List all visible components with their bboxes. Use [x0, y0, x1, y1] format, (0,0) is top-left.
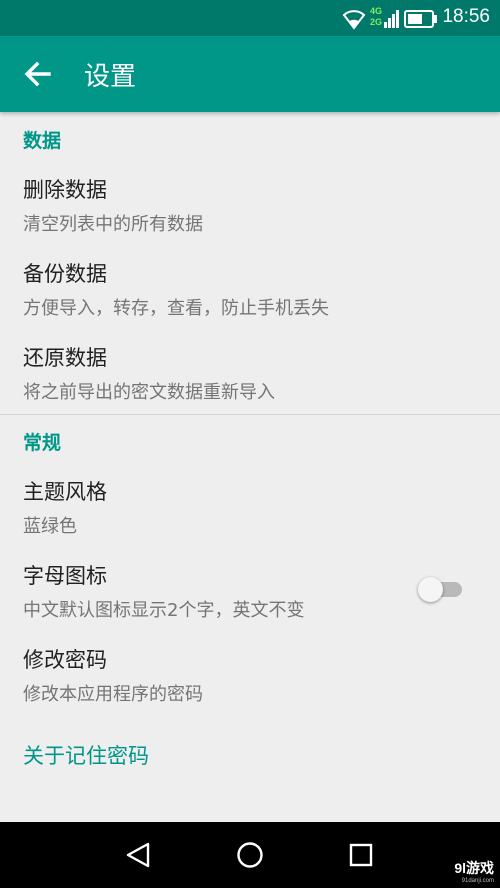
status-icons: 4G 2G [340, 4, 440, 32]
status-bar: 4G 2G 18:56 [0, 0, 500, 36]
nav-home-button[interactable] [225, 832, 275, 878]
navigation-bar: 9l游戏 91danji.com [0, 822, 500, 888]
watermark-brand: 9l游戏 [454, 860, 494, 876]
section-header-data: 数据 [23, 130, 62, 152]
setting-subtitle: 清空列表中的所有数据 [23, 214, 203, 235]
setting-theme-style[interactable]: 主题风格 蓝绿色 [0, 476, 500, 560]
network-type-top: 4G [370, 6, 383, 16]
settings-list: 数据 删除数据 清空列表中的所有数据 备份数据 方便导入，转存，查看，防止手机丢… [0, 112, 500, 822]
setting-subtitle: 将之前导出的密文数据重新导入 [23, 382, 275, 403]
setting-delete-data[interactable]: 删除数据 清空列表中的所有数据 [0, 174, 500, 258]
back-triangle-icon [126, 842, 150, 868]
nav-back-button[interactable] [114, 832, 164, 878]
status-time: 18:56 [442, 6, 490, 27]
setting-backup-data[interactable]: 备份数据 方便导入，转存，查看，防止手机丢失 [0, 258, 500, 342]
setting-title: 修改密码 [23, 648, 107, 672]
setting-title: 主题风格 [23, 480, 107, 504]
nav-recents-button[interactable] [336, 832, 386, 878]
about-link[interactable]: 关于记住密码 [23, 740, 149, 770]
watermark-url: 91danji.com [461, 878, 494, 884]
network-type-bottom: 2G [370, 17, 383, 27]
setting-subtitle: 蓝绿色 [23, 516, 77, 537]
wifi-icon [342, 10, 366, 30]
back-button[interactable] [14, 50, 62, 98]
arrow-back-icon [24, 61, 51, 87]
letter-icon-toggle[interactable] [418, 574, 462, 604]
setting-title: 字母图标 [23, 564, 107, 588]
setting-change-password[interactable]: 修改密码 修改本应用程序的密码 [0, 644, 500, 728]
setting-subtitle: 修改本应用程序的密码 [23, 684, 203, 705]
setting-letter-icon[interactable]: 字母图标 中文默认图标显示2个字，英文不变 [0, 560, 500, 644]
toggle-thumb [418, 577, 443, 602]
setting-title: 还原数据 [23, 346, 107, 370]
battery-icon [404, 10, 437, 28]
section-divider [0, 414, 500, 415]
setting-subtitle: 方便导入，转存，查看，防止手机丢失 [23, 298, 329, 319]
setting-title: 删除数据 [23, 178, 107, 202]
app-bar: 设置 [0, 36, 500, 112]
setting-subtitle: 中文默认图标显示2个字，英文不变 [23, 600, 305, 621]
home-circle-icon [237, 842, 263, 868]
recents-square-icon [349, 843, 373, 867]
page-title: 设置 [84, 62, 137, 92]
section-header-general: 常规 [23, 432, 62, 454]
watermark: 9l游戏 91danji.com [454, 858, 494, 884]
setting-title: 备份数据 [23, 262, 107, 286]
cell-signal-icon [384, 10, 399, 28]
